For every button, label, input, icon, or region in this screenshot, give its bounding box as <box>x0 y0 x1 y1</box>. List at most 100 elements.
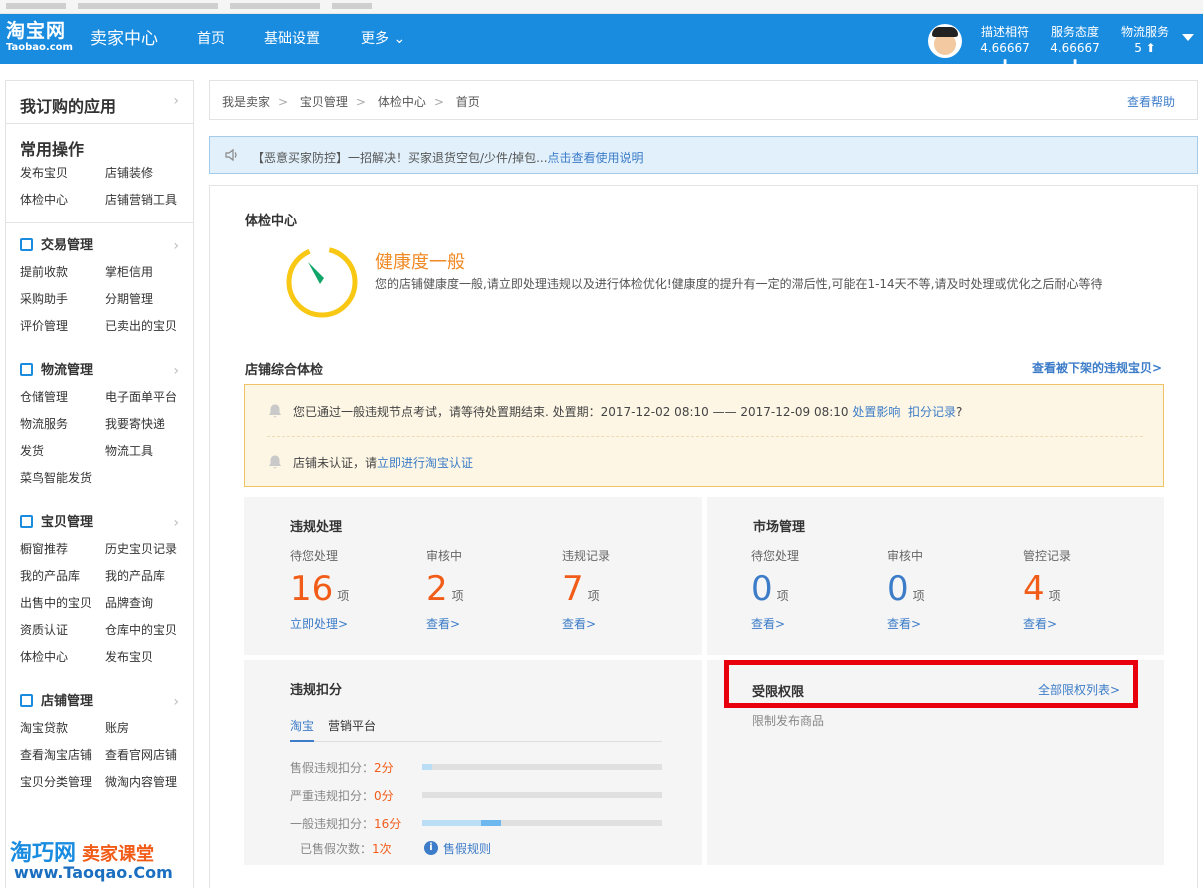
taobao-certify-link[interactable]: 立即进行淘宝认证 <box>377 456 473 470</box>
sidebar-item[interactable]: 发布宝贝 <box>105 644 190 671</box>
sidebar-item[interactable]: 物流工具 <box>105 438 190 465</box>
removed-items-link[interactable]: 查看被下架的违规宝贝> <box>1032 359 1162 376</box>
health-section-title: 体检中心 <box>245 214 298 229</box>
deduct-record-link[interactable]: 扣分记录 <box>908 405 956 419</box>
alert-row: 您已通过一般违规节点考试，请等待处置期结束. 处置期：2017-12-02 08… <box>245 385 1163 436</box>
sidebar-item[interactable]: 分期管理 <box>105 286 190 313</box>
chevron-right-icon[interactable]: › <box>173 233 179 259</box>
breadcrumb: 我是卖家 > 宝贝管理 > 体检中心 > 首页 查看帮助 <box>209 80 1198 120</box>
bell-icon <box>269 404 281 418</box>
sidebar-item[interactable]: 发布宝贝 <box>20 160 105 187</box>
nav-home[interactable]: 首页 <box>197 30 225 48</box>
violation-card: 违规处理 待您处理 16 项 立即处理> 审核中 2项 查看> 违规记录 7项 查… <box>244 497 702 655</box>
seller-center-title[interactable]: 卖家中心 <box>90 27 158 51</box>
sidebar-item[interactable]: 我的产品库 <box>105 563 190 590</box>
sidebar-item[interactable]: 体检中心 <box>20 187 105 214</box>
stat-pending: 待您处理 16 项 立即处理> <box>290 547 420 632</box>
chevron-right-icon[interactable]: › <box>173 510 179 536</box>
chevron-right-icon[interactable]: › <box>173 689 179 715</box>
sidebar-item[interactable]: 查看官网店铺 <box>105 742 190 769</box>
bag-icon <box>20 515 33 528</box>
sidebar-item[interactable]: 账房 <box>105 715 190 742</box>
sidebar-item[interactable]: 微淘内容管理 <box>105 769 190 796</box>
shop-icon <box>20 694 33 707</box>
sidebar-item[interactable]: 店铺装修 <box>105 160 190 187</box>
tab-marketing[interactable]: 营销平台 <box>328 717 376 742</box>
trade-icon <box>20 238 33 251</box>
sidebar-item[interactable]: 查看淘宝店铺 <box>20 742 105 769</box>
view-link[interactable]: 查看> <box>426 615 556 632</box>
nav-more[interactable]: 更多 ⌄ <box>361 30 405 48</box>
view-link[interactable]: 查看> <box>887 615 1017 632</box>
stat-reviewing: 审核中 0项 查看> <box>887 547 1017 632</box>
breadcrumb-item: 首页 <box>455 95 480 109</box>
view-link[interactable]: 查看> <box>1023 615 1153 632</box>
health-description: 您的店铺健康度一般,请立即处理违规以及进行体检优化!健康度的提升有一定的滞后性,… <box>375 277 1103 291</box>
header-dropdown-icon[interactable] <box>1182 34 1194 41</box>
sidebar-item[interactable]: 评价管理 <box>20 313 105 340</box>
sidebar-item[interactable]: 提前收款 <box>20 259 105 286</box>
sidebar-item[interactable]: 仓储管理 <box>20 384 105 411</box>
impact-link[interactable]: 处置影响 <box>852 405 900 419</box>
stat-control-records: 管控记录 4项 查看> <box>1023 547 1153 632</box>
truck-icon <box>20 363 33 376</box>
sidebar-section-items: 宝贝管理 › 橱窗推荐 历史宝贝记录 我的产品库 我的产品库 出售中的宝贝 品牌查… <box>6 510 193 679</box>
score-logistics: 物流服务 5 ⬆ <box>1120 25 1169 55</box>
sidebar-item[interactable]: 采购助手 <box>20 286 105 313</box>
avatar[interactable] <box>928 24 962 58</box>
sidebar-item[interactable]: 体检中心 <box>20 644 105 671</box>
bell-icon <box>269 455 281 469</box>
restricted-item: 限制发布商品 <box>752 714 825 728</box>
notice-banner: 【恶意买家防控】一招解决！买家退货空包/少件/掉包...点击查看使用说明 <box>209 136 1198 174</box>
breadcrumb-item[interactable]: 我是卖家 <box>222 95 270 109</box>
deduct-tabs: 淘宝 营销平台 <box>290 714 662 742</box>
breadcrumb-item[interactable]: 宝贝管理 <box>300 95 348 109</box>
sidebar-item[interactable]: 菜鸟智能发货 <box>20 465 105 492</box>
sidebar-item[interactable]: 橱窗推荐 <box>20 536 105 563</box>
sidebar-item[interactable]: 已卖出的宝贝 <box>105 313 190 340</box>
sidebar-section-trade: 交易管理 › 提前收款 掌柜信用 采购助手 分期管理 评价管理 已卖出的宝贝 <box>6 233 193 348</box>
chevron-right-icon: › <box>173 93 179 109</box>
taobao-logo[interactable]: 淘宝网 Taobao.com <box>6 20 80 54</box>
sidebar-common-ops: 常用操作 发布宝贝 店铺装修 体检中心 店铺营销工具 <box>6 124 193 223</box>
sidebar-item[interactable]: 品牌查询 <box>105 590 190 617</box>
breadcrumb-item[interactable]: 体检中心 <box>378 95 426 109</box>
stat-pending: 待您处理 0项 查看> <box>751 547 881 632</box>
sidebar-item[interactable]: 发货 <box>20 438 105 465</box>
notice-link[interactable]: 点击查看使用说明 <box>548 151 644 165</box>
sidebar-item[interactable]: 我的产品库 <box>20 563 105 590</box>
health-status: 健康度一般 <box>375 252 465 273</box>
score-description: 描述相符 4.66667 ⬇ <box>980 25 1030 71</box>
sidebar-subscribed-apps[interactable]: 我订购的应用 › <box>6 81 193 124</box>
deduct-row: 严重违规扣分：0分 <box>290 787 662 803</box>
alert-box: 您已通过一般违规节点考试，请等待处置期结束. 处置期：2017-12-02 08… <box>244 384 1164 487</box>
sidebar-item[interactable]: 掌柜信用 <box>105 259 190 286</box>
chevron-right-icon[interactable]: › <box>173 358 179 384</box>
help-link[interactable]: 查看帮助 <box>1127 93 1175 110</box>
fake-sale-count: 已售假次数：1次 <box>300 842 392 856</box>
stat-reviewing: 审核中 2项 查看> <box>426 547 556 632</box>
top-utility-bar <box>0 0 1203 14</box>
watermark-logo: 淘巧网 卖家课堂 www.Taoqao.Com <box>10 841 173 882</box>
view-link[interactable]: 查看> <box>562 615 692 632</box>
sidebar-item[interactable]: 资质认证 <box>20 617 105 644</box>
sidebar-item[interactable]: 淘宝贷款 <box>20 715 105 742</box>
sidebar-item[interactable]: 出售中的宝贝 <box>20 590 105 617</box>
stat-records: 违规记录 7项 查看> <box>562 547 692 632</box>
speaker-icon <box>225 148 237 162</box>
sidebar-section-logistics: 物流管理 › 仓储管理 电子面单平台 物流服务 我要寄快递 发货 物流工具 菜鸟智… <box>6 358 193 500</box>
handle-now-link[interactable]: 立即处理> <box>290 615 420 632</box>
sidebar-item[interactable]: 电子面单平台 <box>105 384 190 411</box>
deduct-card: 违规扣分 淘宝 营销平台 售假违规扣分：2分 严重违规扣分：0分 一般违规扣分：… <box>244 660 702 865</box>
sidebar-item[interactable]: 宝贝分类管理 <box>20 769 105 796</box>
sidebar-item[interactable]: 物流服务 <box>20 411 105 438</box>
sidebar-item[interactable]: 历史宝贝记录 <box>105 536 190 563</box>
view-link[interactable]: 查看> <box>751 615 881 632</box>
sidebar-item[interactable]: 仓库中的宝贝 <box>105 617 190 644</box>
sidebar-item[interactable]: 我要寄快递 <box>105 411 190 438</box>
health-gauge-icon <box>285 245 359 319</box>
fake-rule-link[interactable]: 售假规则 <box>443 840 491 857</box>
tab-taobao[interactable]: 淘宝 <box>290 717 315 742</box>
nav-basic-settings[interactable]: 基础设置 <box>264 30 320 48</box>
sidebar-item[interactable]: 店铺营销工具 <box>105 187 190 214</box>
